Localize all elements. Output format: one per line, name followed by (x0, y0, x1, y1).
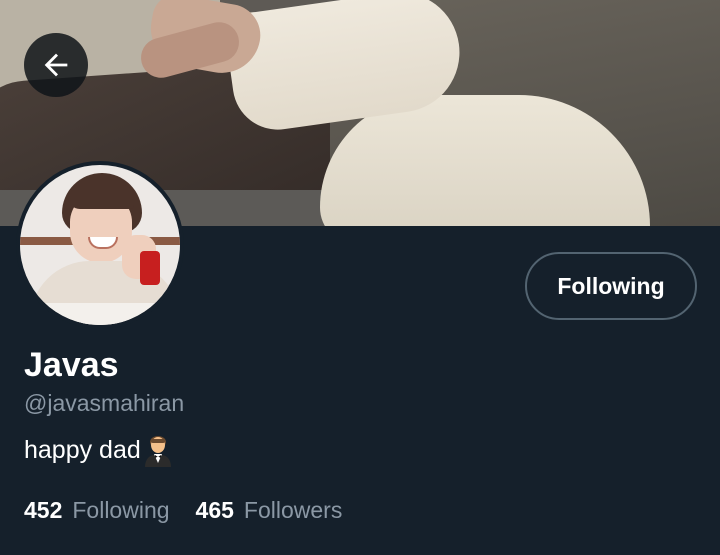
avatar-desk (20, 303, 180, 325)
following-label: Following (72, 497, 170, 523)
avatar[interactable] (16, 161, 184, 329)
followers-count: 465 (195, 497, 234, 523)
profile-bio: happy dad (24, 433, 173, 467)
following-stat-link[interactable]: 452 Following (24, 497, 170, 524)
following-count: 452 (24, 497, 63, 523)
avatar-soda-can (140, 251, 160, 285)
following-button[interactable]: Following (525, 252, 697, 320)
man-in-tuxedo-icon (143, 433, 173, 467)
back-button[interactable] (24, 33, 88, 97)
bio-text: happy dad (24, 435, 141, 464)
profile-page: Following Javas @javasmahiran happy dad … (0, 0, 720, 555)
profile-stats: 452 Following 465 Followers (24, 497, 342, 524)
avatar-photo (20, 165, 180, 325)
avatar-fringe (68, 185, 134, 209)
arrow-left-icon (44, 53, 68, 77)
followers-label: Followers (243, 497, 343, 523)
profile-handle: @javasmahiran (24, 390, 185, 416)
followers-stat-link[interactable]: 465 Followers (196, 497, 343, 524)
profile-name: Javas (24, 346, 119, 384)
